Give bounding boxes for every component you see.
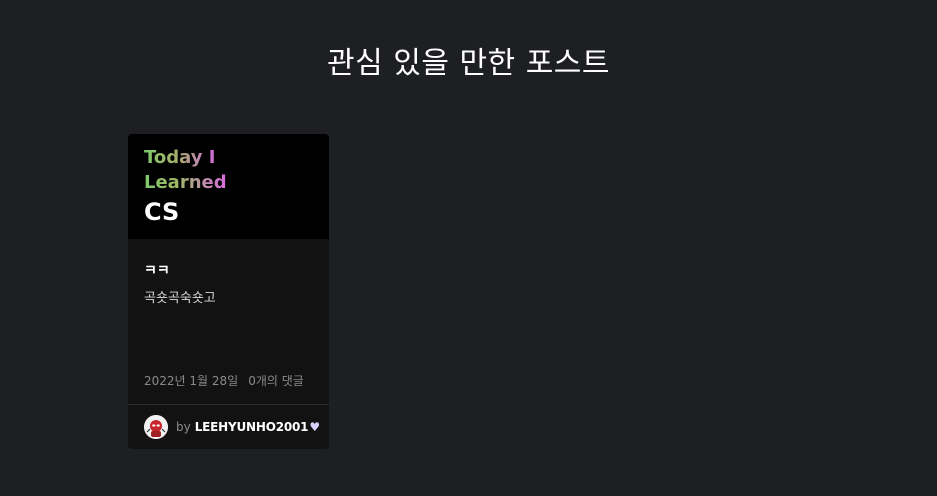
post-footer: by LEEHYUNHO2001 ♥ xyxy=(128,404,329,449)
post-excerpt: 곡숏곡숙숏고 xyxy=(144,291,216,306)
by-label: by xyxy=(176,420,191,434)
thumbnail-text-line3: CS xyxy=(144,198,180,226)
post-thumbnail[interactable]: Today I Learned CS xyxy=(128,134,329,239)
author-name[interactable]: LEEHYUNHO2001 xyxy=(195,420,309,434)
avatar[interactable] xyxy=(144,415,168,439)
post-title[interactable]: ㅋㅋ xyxy=(144,260,170,280)
comment-count: 0개의 댓글 xyxy=(248,374,304,388)
post-date: 2022년 1월 28일 xyxy=(144,374,239,388)
post-meta: 2022년 1월 28일 0개의 댓글 xyxy=(144,372,304,389)
post-card[interactable]: Today I Learned CS ㅋㅋ 곡숏곡숙숏고 2022년 1월 28… xyxy=(128,134,329,449)
thumbnail-text-line2: Learned xyxy=(144,172,227,193)
heart-icon: ♥ xyxy=(309,420,321,434)
user-avatar-icon xyxy=(144,415,168,439)
post-body: ㅋㅋ 곡숏곡숙숏고 2022년 1월 28일 0개의 댓글 xyxy=(128,239,329,404)
thumbnail-text-line1: Today I xyxy=(144,147,216,168)
section-title: 관심 있을 만한 포스트 xyxy=(326,46,610,81)
